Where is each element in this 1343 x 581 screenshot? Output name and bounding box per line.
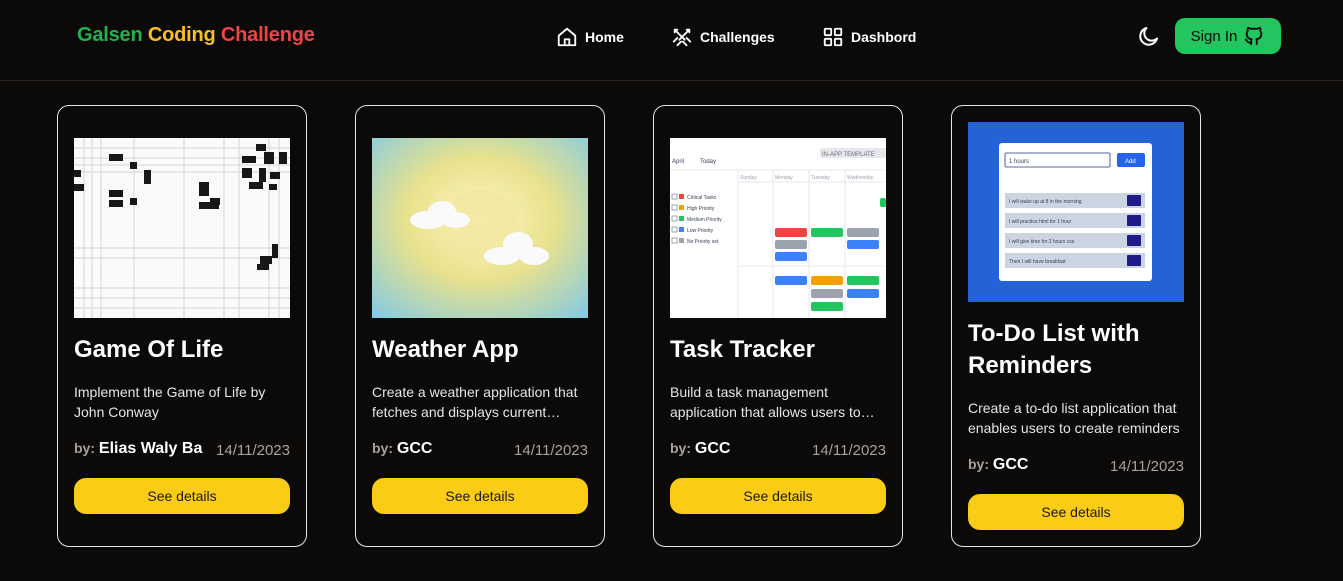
- brand-word-coding: Coding: [147, 24, 216, 46]
- nav-challenges-label: Challenges: [700, 29, 775, 45]
- legend-medium: Medium Priority: [687, 217, 722, 223]
- card-description: Create a weather application that fetche…: [372, 384, 578, 420]
- filter-month: April: [672, 159, 684, 165]
- author-prefix: by:: [74, 440, 95, 456]
- nav-dashboard[interactable]: Dashbord: [822, 24, 916, 50]
- brand-word-challenge: Challenge: [220, 24, 315, 46]
- todo-item-3: I will give time for 2 hours css: [1009, 239, 1075, 245]
- moon-icon: [1139, 27, 1158, 46]
- card-description: Create a to-do list application that ena…: [968, 400, 1180, 436]
- card-title: Game Of Life: [74, 336, 224, 363]
- todo-item-4: Then I will have breakfast: [1009, 259, 1066, 265]
- card-title: Weather App: [372, 336, 519, 363]
- author-name: GCC: [694, 440, 731, 457]
- author-prefix: by:: [670, 440, 691, 456]
- nav-dashboard-label: Dashbord: [851, 29, 917, 45]
- card-author: by: GCC: [670, 440, 730, 458]
- legend-low: Low Priority: [687, 228, 714, 234]
- see-details-button[interactable]: See details: [372, 478, 588, 514]
- home-icon: [557, 27, 577, 47]
- author-name: GCC: [992, 456, 1029, 473]
- filter-view: Today: [700, 159, 716, 165]
- day-tuesday: Tuesday: [811, 175, 830, 181]
- challenge-card: Game Of Life Implement the Game of Life …: [57, 105, 307, 547]
- dashboard-grid-icon: [823, 27, 843, 47]
- card-date: 14/11/2023: [812, 442, 886, 459]
- nav-challenges[interactable]: Challenges: [671, 24, 775, 50]
- card-title: Task Tracker: [670, 336, 815, 363]
- nav-home-label: Home: [585, 29, 624, 45]
- see-details-button[interactable]: See details: [968, 494, 1184, 530]
- day-wednesday: Wednesday: [847, 175, 874, 181]
- card-description: Build a task management application that…: [670, 384, 861, 420]
- game-of-life-thumbnail: [74, 138, 290, 318]
- brand-word-galsen: Galsen: [77, 24, 143, 46]
- card-date: 14/11/2023: [216, 442, 290, 459]
- see-details-button[interactable]: See details: [670, 478, 886, 514]
- challenge-card: IN-APP TEMPLATE April Today Sunday Monda…: [653, 105, 903, 547]
- todo-item-2: I will practice html for 1 hour: [1009, 219, 1072, 225]
- challenge-card: Weather App Create a weather application…: [355, 105, 605, 547]
- challenge-card: 1 hours Add I will wake up at 8 in the m…: [951, 105, 1201, 547]
- card-author: by: Elias Waly Ba: [74, 440, 202, 458]
- card-date: 14/11/2023: [514, 442, 588, 459]
- theme-toggle-button[interactable]: [1137, 24, 1161, 48]
- legend-critical: Critical Tasks: [687, 195, 717, 201]
- todo-add-label: Add: [1125, 159, 1136, 165]
- author-name: GCC: [396, 440, 433, 457]
- nav-home[interactable]: Home: [556, 24, 624, 50]
- card-author: by: GCC: [968, 456, 1028, 474]
- author-prefix: by:: [372, 440, 393, 456]
- see-details-button[interactable]: See details: [74, 478, 290, 514]
- legend-none: No Priority set: [687, 239, 719, 245]
- brand-logo[interactable]: Galsen Coding Challenge: [77, 24, 315, 47]
- weather-app-thumbnail: [372, 138, 588, 318]
- author-name: Elias Waly Ba: [98, 440, 203, 457]
- card-author: by: GCC: [372, 440, 432, 458]
- sign-in-label: Sign In: [1190, 27, 1238, 45]
- card-date: 14/11/2023: [1110, 458, 1184, 475]
- day-monday: Monday: [775, 175, 793, 181]
- github-icon: [1245, 26, 1263, 46]
- card-description: Implement the Game of Life by John Conwa…: [74, 384, 266, 420]
- todo-item-1: I will wake up at 8 in the morning: [1009, 199, 1082, 205]
- todo-input-value: 1 hours: [1009, 159, 1029, 165]
- task-tracker-thumbnail: IN-APP TEMPLATE April Today Sunday Monda…: [670, 138, 886, 318]
- crossed-swords-icon: [672, 28, 692, 47]
- sign-in-button[interactable]: Sign In: [1175, 18, 1281, 54]
- day-sunday: Sunday: [740, 175, 757, 181]
- legend-high: High Priority: [687, 206, 715, 212]
- top-navbar: Galsen Coding Challenge Home Challenges …: [0, 0, 1343, 81]
- card-title: To-Do List with Reminders: [968, 320, 1140, 379]
- template-label: IN-APP TEMPLATE: [822, 152, 875, 158]
- todo-list-thumbnail: 1 hours Add I will wake up at 8 in the m…: [968, 122, 1184, 302]
- author-prefix: by:: [968, 456, 989, 472]
